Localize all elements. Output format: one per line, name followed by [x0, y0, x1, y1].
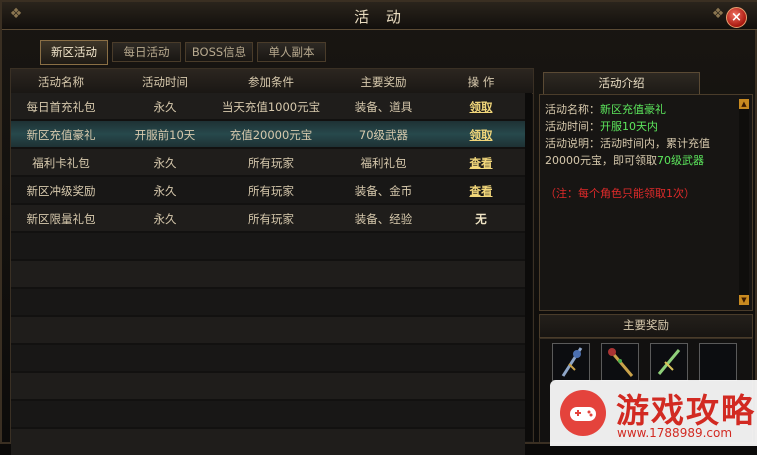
- table-row[interactable]: 福利卡礼包 永久 所有玩家 福利礼包 查看: [11, 149, 525, 175]
- table-row[interactable]: 新区充值豪礼 开服前10天 充值20000元宝 70级武器 领取: [11, 121, 525, 147]
- cell-time: 永久: [153, 156, 177, 170]
- cell-condition: 所有玩家: [248, 212, 294, 226]
- action-link[interactable]: 领取: [441, 99, 521, 115]
- reward-header: 主要奖励: [539, 314, 753, 338]
- table-row-empty: [11, 317, 525, 343]
- cell-name: 新区限量礼包: [26, 212, 96, 226]
- table-row-empty: [11, 289, 525, 315]
- table-row-empty: [11, 401, 525, 427]
- cell-condition: 所有玩家: [248, 184, 294, 198]
- window-title: 活 动: [354, 8, 407, 26]
- header-action: 操 作: [467, 75, 495, 89]
- header-condition: 参加条件: [248, 75, 294, 89]
- gamepad-icon: [560, 390, 606, 436]
- title-bar[interactable]: ❖ 活 动 ❖: [2, 2, 757, 30]
- watermark-text: 游戏攻略: [616, 391, 756, 430]
- scroll-down-icon[interactable]: ▼: [739, 295, 749, 305]
- activity-window: ❖ 活 动 ❖ × 新区活动 每日活动 BOSS信息 单人副本 活动名称 活动时…: [0, 0, 757, 455]
- intro-name: 活动名称：新区充值豪礼: [545, 103, 666, 116]
- cell-time: 永久: [153, 184, 177, 198]
- intro-box: 活动名称：新区充值豪礼 活动时间：开服10天内 活动说明：活动时间内，累计充值 …: [539, 94, 753, 311]
- table-row[interactable]: 每日首充礼包 永久 当天充值1000元宝 装备、道具 领取: [11, 93, 525, 119]
- cell-time: 开服前10天: [134, 128, 196, 142]
- intro-time: 活动时间：开服10天内: [545, 120, 658, 133]
- header-time: 活动时间: [142, 75, 188, 89]
- cell-reward: 福利礼包: [360, 156, 407, 170]
- tab-daily-events[interactable]: 每日活动: [112, 42, 181, 62]
- intro-desc-2: 20000元宝，即可领取70级武器: [545, 154, 704, 167]
- action-link[interactable]: 查看: [441, 155, 521, 171]
- cell-reward: 装备、经验: [354, 212, 413, 226]
- cell-time: 永久: [153, 212, 177, 226]
- close-button[interactable]: ×: [726, 7, 747, 28]
- ornament-icon: ❖: [711, 6, 725, 22]
- table-row-empty: [11, 233, 525, 259]
- table-row[interactable]: 新区冲级奖励 永久 所有玩家 装备、金币 查看: [11, 177, 525, 203]
- intro-scrollbar[interactable]: ▲ ▼: [739, 99, 749, 305]
- cell-time: 永久: [153, 100, 177, 114]
- action-link[interactable]: 领取: [441, 127, 521, 143]
- tab-boss-info[interactable]: BOSS信息: [185, 42, 253, 62]
- table-scrollbar[interactable]: [525, 93, 532, 441]
- cell-condition: 所有玩家: [248, 156, 294, 170]
- cell-reward: 70级武器: [358, 128, 409, 142]
- table-header: 活动名称 活动时间 参加条件 主要奖励 操 作: [11, 69, 533, 94]
- table-row-empty: [11, 261, 525, 287]
- weapon-icon[interactable]: [552, 343, 590, 381]
- staff-icon[interactable]: [601, 343, 639, 381]
- cell-name: 新区冲级奖励: [26, 184, 96, 198]
- cell-reward: 装备、道具: [354, 100, 413, 114]
- table-row-empty: [11, 429, 525, 455]
- table-row-empty: [11, 373, 525, 399]
- cell-name: 福利卡礼包: [32, 156, 90, 170]
- event-table: 活动名称 活动时间 参加条件 主要奖励 操 作 每日首充礼包 永久 当天充值1000…: [10, 68, 534, 455]
- cell-condition: 当天充值1000元宝: [221, 100, 321, 114]
- action-link: 无: [475, 212, 487, 226]
- tab-new-server-events[interactable]: 新区活动: [40, 40, 108, 65]
- header-reward: 主要奖励: [360, 75, 407, 89]
- intro-tab[interactable]: 活动介绍: [543, 72, 700, 95]
- cell-condition: 充值20000元宝: [229, 128, 313, 142]
- blade-icon[interactable]: [650, 343, 688, 381]
- cell-name: 新区充值豪礼: [26, 128, 96, 142]
- watermark-url: www.1788989.com: [617, 426, 733, 440]
- header-name: 活动名称: [38, 75, 84, 89]
- intro-note: （注：每个角色只能领取1次）: [545, 187, 695, 200]
- intro-desc-1: 活动说明：活动时间内，累计充值: [545, 137, 710, 150]
- tab-solo-dungeon[interactable]: 单人副本: [257, 42, 326, 62]
- empty-slot[interactable]: [699, 343, 737, 381]
- cell-name: 每日首充礼包: [26, 100, 96, 114]
- table-row-empty: [11, 345, 525, 371]
- table-row[interactable]: 新区限量礼包 永久 所有玩家 装备、经验 无: [11, 205, 525, 231]
- scroll-up-icon[interactable]: ▲: [739, 99, 749, 109]
- watermark-logo: 游戏攻略 www.1788989.com: [550, 380, 757, 446]
- cell-reward: 装备、金币: [354, 184, 413, 198]
- action-link[interactable]: 查看: [441, 183, 521, 199]
